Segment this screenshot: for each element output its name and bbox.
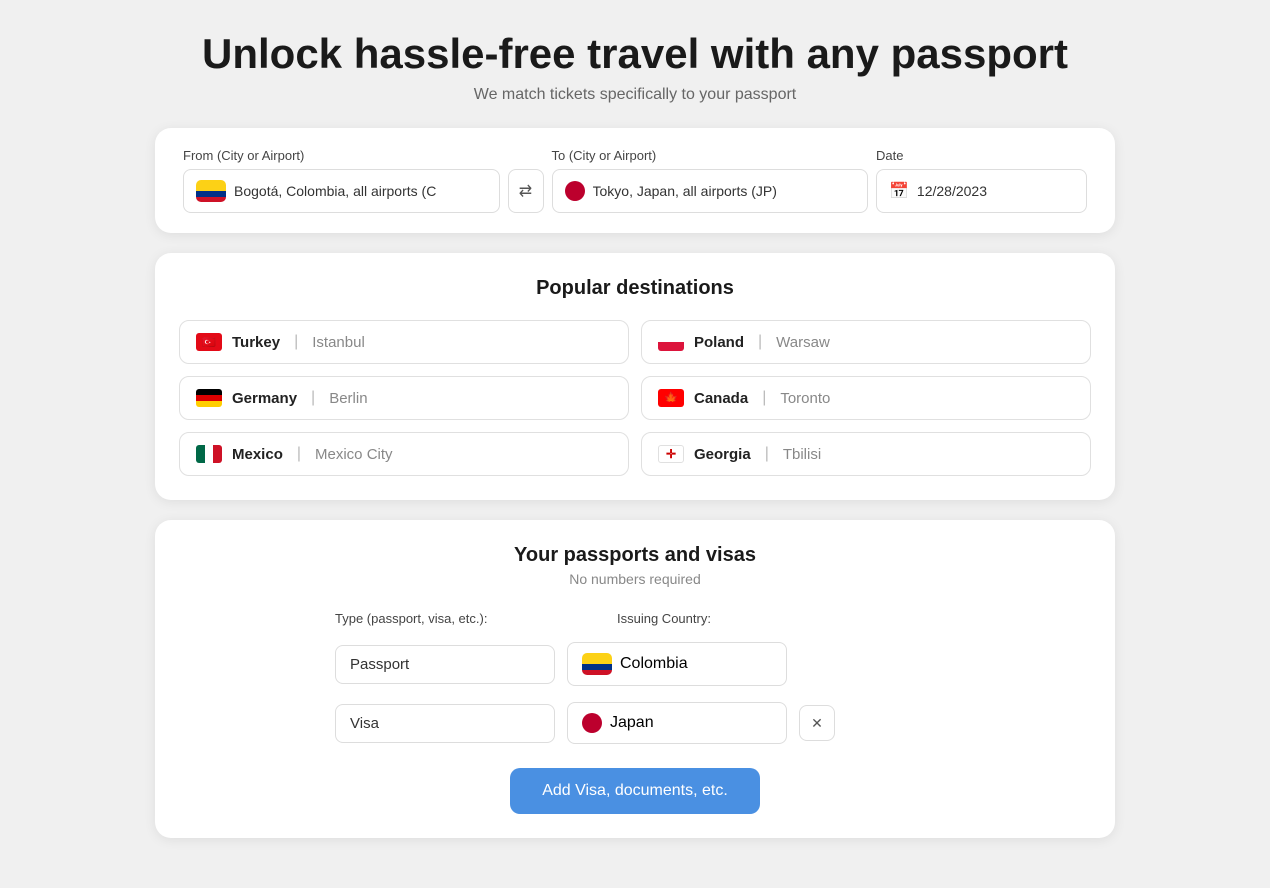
search-card: From (City or Airport) Bogotá, Colombia,… xyxy=(155,128,1115,233)
japan-flag-passport xyxy=(582,713,602,733)
to-input[interactable]: Tokyo, Japan, all airports (JP) xyxy=(552,169,869,213)
canada-flag: 🍁 xyxy=(658,389,684,407)
from-input[interactable]: Bogotá, Colombia, all airports (C xyxy=(183,169,500,213)
to-value: Tokyo, Japan, all airports (JP) xyxy=(593,183,777,199)
passport-form-headers: Type (passport, visa, etc.): Issuing Cou… xyxy=(335,611,935,626)
destination-turkey[interactable]: 🇹🇷 Turkey | Istanbul xyxy=(179,320,629,364)
close-icon: ✕ xyxy=(811,715,823,732)
dest-city-toronto: Toronto xyxy=(780,390,830,407)
japan-flag-to xyxy=(565,181,585,201)
from-field-group: From (City or Airport) Bogotá, Colombia,… xyxy=(183,148,500,213)
from-label: From (City or Airport) xyxy=(183,148,500,163)
dest-country-germany: Germany xyxy=(232,390,297,407)
dest-city-warsaw: Warsaw xyxy=(776,334,830,351)
colombia-flag-passport xyxy=(582,653,612,675)
dest-city-tbilisi: Tbilisi xyxy=(783,446,821,463)
date-value: 12/28/2023 xyxy=(917,183,987,199)
germany-flag xyxy=(196,389,222,407)
georgia-flag: ✛ xyxy=(658,445,684,463)
to-label: To (City or Airport) xyxy=(552,148,869,163)
popular-destinations-card: Popular destinations 🇹🇷 Turkey | Istanbu… xyxy=(155,253,1115,500)
add-visa-button[interactable]: Add Visa, documents, etc. xyxy=(510,768,760,814)
swap-icon: ⇄ xyxy=(519,181,532,201)
passport-subtitle: No numbers required xyxy=(179,571,1091,587)
dest-city-istanbul: Istanbul xyxy=(312,334,365,351)
passport-type-input-2[interactable] xyxy=(335,704,555,743)
swap-button[interactable]: ⇄ xyxy=(508,169,544,213)
dest-country-mexico: Mexico xyxy=(232,446,283,463)
passport-row-2: Japan ✕ xyxy=(335,702,935,744)
popular-title: Popular destinations xyxy=(179,277,1091,300)
poland-flag xyxy=(658,333,684,351)
type-label: Type (passport, visa, etc.): xyxy=(335,611,593,626)
destination-germany[interactable]: Germany | Berlin xyxy=(179,376,629,420)
passport-country-input-2[interactable]: Japan xyxy=(567,702,787,744)
delete-visa-button[interactable]: ✕ xyxy=(799,705,835,741)
mexico-flag xyxy=(196,445,222,463)
page-subtitle: We match tickets specifically to your pa… xyxy=(155,86,1115,104)
passport-title: Your passports and visas xyxy=(179,544,1091,567)
dest-country-poland: Poland xyxy=(694,334,744,351)
calendar-icon: 📅 xyxy=(889,181,909,201)
passport-type-input-1[interactable] xyxy=(335,645,555,684)
to-field-group: To (City or Airport) Tokyo, Japan, all a… xyxy=(552,148,869,213)
destination-poland[interactable]: Poland | Warsaw xyxy=(641,320,1091,364)
page-title: Unlock hassle-free travel with any passp… xyxy=(155,30,1115,78)
date-label: Date xyxy=(876,148,1087,163)
colombia-flag-from xyxy=(196,180,226,202)
dest-country-canada: Canada xyxy=(694,390,748,407)
passport-form: Type (passport, visa, etc.): Issuing Cou… xyxy=(179,611,1091,814)
passport-country-2-value: Japan xyxy=(610,714,654,732)
country-label: Issuing Country: xyxy=(617,611,875,626)
passports-card: Your passports and visas No numbers requ… xyxy=(155,520,1115,838)
turkey-flag: 🇹🇷 xyxy=(196,333,222,351)
destination-canada[interactable]: 🍁 Canada | Toronto xyxy=(641,376,1091,420)
from-value: Bogotá, Colombia, all airports (C xyxy=(234,183,436,199)
dest-country-georgia: Georgia xyxy=(694,446,751,463)
destination-mexico[interactable]: Mexico | Mexico City xyxy=(179,432,629,476)
dest-city-mexicocity: Mexico City xyxy=(315,446,393,463)
dest-city-berlin: Berlin xyxy=(329,390,367,407)
passport-country-1-value: Colombia xyxy=(620,655,688,673)
destinations-grid: 🇹🇷 Turkey | Istanbul Poland | Warsaw xyxy=(179,320,1091,476)
passport-row-1: Colombia xyxy=(335,642,935,686)
date-field-group: Date 📅 12/28/2023 xyxy=(876,148,1087,213)
date-input[interactable]: 📅 12/28/2023 xyxy=(876,169,1087,213)
dest-country-turkey: Turkey xyxy=(232,334,280,351)
passport-country-input-1[interactable]: Colombia xyxy=(567,642,787,686)
destination-georgia[interactable]: ✛ Georgia | Tbilisi xyxy=(641,432,1091,476)
